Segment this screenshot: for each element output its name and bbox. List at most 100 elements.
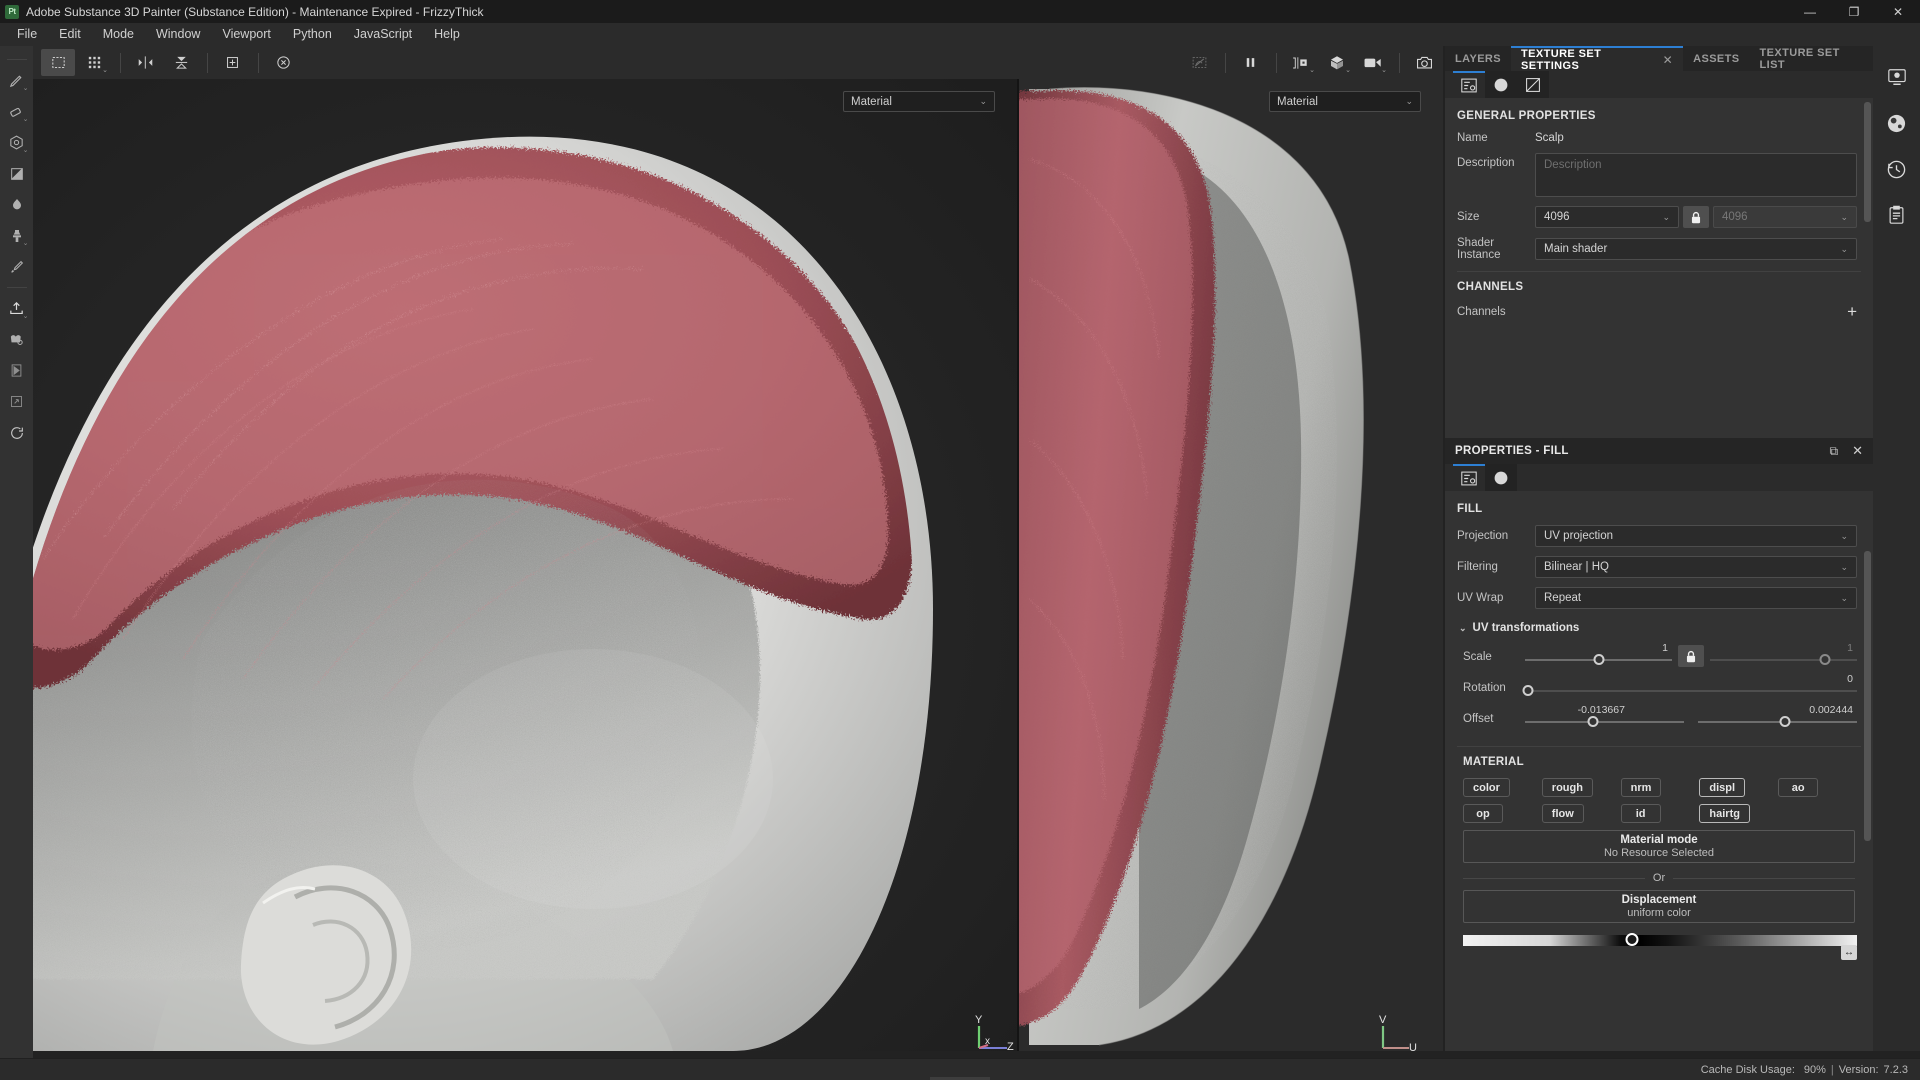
tab-layers[interactable]: LAYERS (1445, 46, 1511, 71)
sub-tab-material-preview[interactable] (1485, 464, 1517, 491)
menu-mode[interactable]: Mode (92, 24, 145, 45)
displacement-gradient-slider[interactable] (1463, 935, 1857, 946)
channel-button-ao[interactable]: ao (1778, 778, 1818, 797)
tab-texture-set-list[interactable]: TEXTURE SET LIST (1750, 46, 1873, 71)
scale-u-slider[interactable]: 1 (1525, 642, 1672, 670)
slider-knob[interactable] (1780, 716, 1791, 727)
material-heading: MATERIAL (1445, 747, 1873, 774)
shading-mode-icon[interactable]: ⌄ (1320, 49, 1354, 76)
material-dropdown-value: Material (851, 96, 892, 108)
channel-button-nrm[interactable]: nrm (1621, 778, 1662, 797)
settings-gear-icon[interactable] (1884, 64, 1910, 90)
channel-button-op[interactable]: op (1463, 804, 1503, 823)
close-icon[interactable]: ✕ (1663, 53, 1673, 67)
description-row: Description Description (1445, 153, 1873, 197)
menu-window[interactable]: Window (145, 24, 211, 45)
polygon-fill-tool[interactable] (2, 158, 32, 189)
camera-mode-icon[interactable]: ⌄ (1356, 49, 1390, 76)
rotation-slider[interactable]: 0 (1525, 673, 1857, 701)
projection-row: Projection UV projection ⌄ (1445, 525, 1873, 547)
channel-button-displ[interactable]: displ (1699, 778, 1745, 797)
viewport-3d-material-dropdown[interactable]: Material ⌄ (843, 91, 995, 112)
menu-javascript[interactable]: JavaScript (343, 24, 423, 45)
menu-python[interactable]: Python (282, 24, 343, 45)
sub-tab-mask[interactable] (1517, 71, 1549, 98)
displacement-dropzone[interactable]: Displacement uniform color (1463, 890, 1855, 923)
add-channel-button[interactable]: + (1847, 305, 1857, 319)
substance-painter-window: Pt Adobe Substance 3D Painter (Substance… (0, 0, 1920, 1080)
selection-rect-tool[interactable] (41, 49, 75, 76)
clone-stamp-tool[interactable]: ⌄ (2, 220, 32, 251)
channel-button-id[interactable]: id (1621, 804, 1661, 823)
sub-tab-properties[interactable] (1453, 71, 1485, 98)
eraser-tool[interactable]: ⌄ (2, 96, 32, 127)
slider-knob[interactable] (1626, 933, 1639, 946)
shelf-sphere-icon[interactable] (1884, 110, 1910, 136)
reset-transform-tool[interactable] (266, 49, 300, 76)
size-width-dropdown[interactable]: 4096 ⌄ (1535, 206, 1679, 228)
display-channel-icon[interactable]: ⌄ (1284, 49, 1318, 76)
scale-lock-icon[interactable] (1678, 645, 1704, 667)
projection-dropdown[interactable]: UV projection ⌄ (1535, 525, 1857, 547)
menu-edit[interactable]: Edit (48, 24, 92, 45)
export-tool[interactable]: ⌄ (2, 293, 32, 324)
menu-file[interactable]: File (6, 24, 48, 45)
shader-instance-dropdown[interactable]: Main shader ⌄ (1535, 238, 1857, 260)
color-picker-tool[interactable] (2, 251, 32, 282)
menu-viewport[interactable]: Viewport (211, 24, 281, 45)
scale-v-slider[interactable]: 1 (1710, 642, 1857, 670)
mirror-tool[interactable] (128, 49, 162, 76)
material-mode-dropzone[interactable]: Material mode No Resource Selected (1463, 830, 1855, 863)
texture-set-scrollbar[interactable] (1864, 102, 1871, 222)
screenshot-icon[interactable] (1407, 49, 1441, 76)
channels-heading: CHANNELS (1445, 272, 1873, 301)
log-clipboard-icon[interactable] (1884, 202, 1910, 228)
offset-v-slider[interactable]: 0.002444 (1698, 704, 1857, 732)
sub-tab-material-preview[interactable] (1485, 71, 1517, 98)
projection-tool[interactable]: ⌄ (2, 127, 32, 158)
tab-texture-set-settings[interactable]: TEXTURE SET SETTINGS ✕ (1511, 46, 1683, 71)
close-button[interactable]: ✕ (1876, 0, 1920, 23)
channel-button-flow[interactable]: flow (1542, 804, 1584, 823)
paint-brush-tool[interactable]: ⌄ (2, 65, 32, 96)
channel-button-rough[interactable]: rough (1542, 778, 1593, 797)
sub-tab-properties[interactable] (1453, 464, 1485, 491)
popout-icon[interactable]: ⧉ (1830, 444, 1839, 459)
shader-instance-row: Shader Instance Main shader ⌄ (1445, 237, 1873, 261)
slider-knob[interactable] (1523, 685, 1534, 696)
resize-tool[interactable] (2, 386, 32, 417)
slider-knob[interactable] (1819, 654, 1830, 665)
center-pivot-tool[interactable] (215, 49, 249, 76)
viewport-3d[interactable]: Material ⌄ Y x Z (33, 79, 1017, 1051)
viewport-2d-material-dropdown[interactable]: Material ⌄ (1269, 91, 1421, 112)
history-clock-icon[interactable] (1884, 156, 1910, 182)
viewport-2d[interactable]: Material ⌄ V U (1019, 79, 1443, 1051)
bake-tool[interactable] (2, 324, 32, 355)
minimize-button[interactable]: — (1788, 0, 1832, 23)
filtering-dropdown[interactable]: Bilinear | HQ ⌄ (1535, 556, 1857, 578)
offset-u-slider[interactable]: -0.013667 (1525, 704, 1684, 732)
description-input[interactable]: Description (1535, 153, 1857, 197)
size-height-dropdown[interactable]: 4096 ⌄ (1713, 206, 1857, 228)
uv-transformations-header[interactable]: ⌄ UV transformations (1445, 618, 1873, 642)
smudge-tool[interactable] (2, 189, 32, 220)
reload-tool[interactable] (2, 417, 32, 448)
hide-selection-icon[interactable] (1182, 49, 1216, 76)
color-range-icon[interactable]: ↔ (1841, 945, 1857, 960)
material-mode-title: Material mode (1620, 834, 1697, 846)
channel-button-hairtg[interactable]: hairtg (1699, 804, 1750, 823)
maximize-button[interactable]: ❐ (1832, 0, 1876, 23)
properties-fill-scrollbar[interactable] (1864, 551, 1871, 841)
symmetry-plane-tool[interactable] (164, 49, 198, 76)
uv-wrap-dropdown[interactable]: Repeat ⌄ (1535, 587, 1857, 609)
close-icon[interactable]: ✕ (1852, 443, 1863, 459)
channel-button-color[interactable]: color (1463, 778, 1510, 797)
size-lock-icon[interactable] (1683, 206, 1709, 228)
tab-assets[interactable]: ASSETS (1683, 46, 1749, 71)
pause-engine-icon[interactable] (1233, 49, 1267, 76)
slider-knob[interactable] (1593, 654, 1604, 665)
slider-knob[interactable] (1588, 716, 1599, 727)
grid-snap-tool[interactable]: ⌄ (77, 49, 111, 76)
menu-help[interactable]: Help (423, 24, 471, 45)
hourglass-tool[interactable] (2, 355, 32, 386)
